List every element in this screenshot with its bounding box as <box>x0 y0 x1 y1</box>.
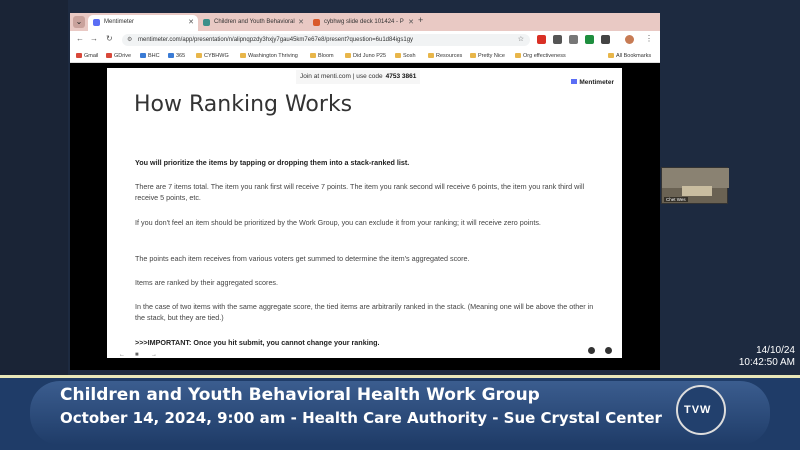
tab-label: cybhwg slide deck 101424 - P <box>324 19 404 25</box>
reactions-icon[interactable] <box>588 347 595 354</box>
mentimeter-favicon-icon <box>93 19 100 26</box>
bookmark-item[interactable]: GDrive <box>106 50 131 62</box>
room-image <box>662 168 729 188</box>
close-tab-icon[interactable]: ✕ <box>408 15 414 30</box>
bookmark-item[interactable]: Washington Thriving <box>240 50 298 62</box>
slide-paragraph-important: >>>IMPORTANT: Once you hit submit, you c… <box>135 338 380 347</box>
slides-favicon-icon <box>313 19 320 26</box>
table-image <box>682 186 712 196</box>
menu-kebab-icon[interactable]: ⋮ <box>645 34 653 43</box>
broadcast-left-border <box>0 0 68 380</box>
brand-label: Mentimeter <box>579 79 614 86</box>
slide-title: How Ranking Works <box>134 92 353 117</box>
site-info-icon[interactable]: ⚙ <box>127 34 132 46</box>
bookmark-item[interactable]: Gmail <box>76 50 98 62</box>
presentation-slide: Join at menti.com | use code 4753 3861 Me… <box>107 68 622 358</box>
slide-paragraph: Items are ranked by their aggregated sco… <box>135 278 279 287</box>
next-slide-icon[interactable]: → <box>151 352 157 358</box>
bookmark-item[interactable]: Resources <box>428 50 462 62</box>
close-tab-icon[interactable]: ✕ <box>188 15 194 30</box>
slide-menu-icon[interactable]: ■ <box>135 352 139 358</box>
tab-slide-deck[interactable]: cybhwg slide deck 101424 - P ✕ <box>308 15 418 31</box>
extension-icon[interactable] <box>569 35 578 44</box>
tab-label: Children and Youth Behavioral <box>214 19 295 25</box>
bookmark-star-icon[interactable]: ☆ <box>518 34 524 46</box>
new-tab-button[interactable]: + <box>418 15 423 25</box>
tab-mentimeter[interactable]: Mentimeter ✕ <box>88 15 198 31</box>
bookmark-item[interactable]: Pretty Nice <box>470 50 505 62</box>
webcam-label: Chet Wes <box>664 197 688 202</box>
broadcast-date: 14/10/24 <box>756 345 795 356</box>
address-bar[interactable]: ⚙ mentimeter.com/app/presentation/n/alip… <box>122 34 530 46</box>
all-bookmarks[interactable]: All Bookmarks <box>608 50 651 62</box>
tvw-logo-text: TVW <box>684 404 712 416</box>
previous-slide-icon[interactable]: ← <box>119 352 125 358</box>
join-code: 4753 3861 <box>385 73 417 80</box>
banner-subtitle: October 14, 2024, 9:00 am - Health Care … <box>60 409 662 427</box>
tvw-logo: TVW <box>676 385 726 435</box>
url-text: mentimeter.com/app/presentation/n/alipnq… <box>138 37 414 43</box>
slide-paragraph: The points each item receives from vario… <box>135 254 470 263</box>
webcam-feed: Chet Wes <box>661 167 729 204</box>
extensions-puzzle-icon[interactable] <box>601 35 610 44</box>
bookmark-item[interactable]: BHC <box>140 50 160 62</box>
tab-search-button[interactable]: ⌄ <box>73 16 85 28</box>
bookmark-item[interactable]: Sosh <box>395 50 416 62</box>
qa-icon[interactable] <box>605 347 612 354</box>
extension-icon[interactable] <box>585 35 594 44</box>
bookmark-item[interactable]: Bloom <box>310 50 334 62</box>
forward-icon[interactable]: → <box>90 34 98 43</box>
back-icon[interactable]: ← <box>76 34 84 43</box>
bookmarks-bar: Gmail GDrive BHC 365 CYBHWG Washington T… <box>70 49 660 63</box>
extension-icon[interactable] <box>553 35 562 44</box>
join-text: Join at menti.com | use code <box>300 73 383 80</box>
mentimeter-brand: Mentimeter <box>571 79 614 86</box>
reload-icon[interactable]: ↻ <box>106 34 113 43</box>
browser-toolbar: ← → ↻ ⚙ mentimeter.com/app/presentation/… <box>70 31 660 49</box>
mentimeter-logo-icon <box>571 79 578 84</box>
banner-title: Children and Youth Behavioral Health Wor… <box>60 385 540 405</box>
slide-paragraph: There are 7 items total. The item you ra… <box>135 182 585 202</box>
extension-icon[interactable] <box>537 35 546 44</box>
tab-strip: ⌄ Mentimeter ✕ Children and Youth Behavi… <box>70 13 660 31</box>
site-favicon-icon <box>203 19 210 26</box>
slide-paragraph: In the case of two items with the same a… <box>135 302 594 322</box>
slide-paragraph: If you don't feel an item should be prio… <box>135 218 541 227</box>
close-tab-icon[interactable]: ✕ <box>298 15 304 30</box>
bookmark-item[interactable]: 365 <box>168 50 185 62</box>
banner-stripe <box>0 375 800 378</box>
tab-label: Mentimeter <box>104 19 135 25</box>
bookmark-item[interactable]: CYBHWG <box>196 50 229 62</box>
browser-window: ⌄ Mentimeter ✕ Children and Youth Behavi… <box>70 13 660 370</box>
slide-paragraph: You will prioritize the items by tapping… <box>135 158 410 167</box>
join-banner: Join at menti.com | use code 4753 3861 <box>296 70 421 84</box>
bookmark-item[interactable]: Did Juno P25 <box>345 50 386 62</box>
profile-avatar-icon[interactable] <box>625 35 634 44</box>
broadcast-time: 10:42:50 AM <box>738 357 795 368</box>
bookmark-item[interactable]: Org effectiveness <box>515 50 566 62</box>
tab-children-youth[interactable]: Children and Youth Behavioral ✕ <box>198 15 308 31</box>
